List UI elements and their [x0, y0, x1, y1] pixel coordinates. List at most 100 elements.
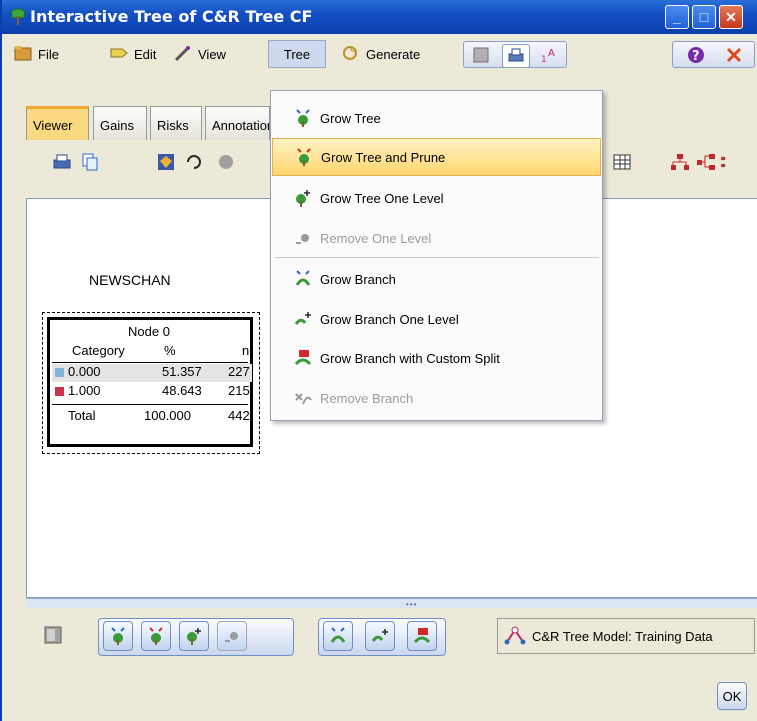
menu-item-label: Grow Branch: [320, 271, 396, 287]
menu-item-grow-branch-one-level[interactable]: Grow Branch One Level: [272, 300, 601, 338]
menu-item-label: Grow Branch One Level: [320, 311, 459, 327]
menu-item-grow-tree[interactable]: Grow Tree: [272, 99, 601, 137]
refresh-icon: [187, 155, 201, 169]
row-percent: 51.357: [162, 364, 202, 379]
row-percent: 48.643: [162, 383, 202, 398]
window-title: Interactive Tree of C&R Tree CF: [30, 7, 313, 26]
custom-split-icon: [413, 628, 431, 644]
header-category: Category: [72, 343, 125, 358]
panel-toggle-button[interactable]: [38, 620, 68, 650]
maximize-button[interactable]: □: [692, 5, 716, 29]
close-window-button[interactable]: [721, 44, 747, 66]
status-button[interactable]: [214, 150, 238, 174]
menu-view[interactable]: View: [174, 43, 226, 65]
header-divider: [52, 362, 248, 363]
menu-separator: [275, 257, 599, 258]
grow-tree-group: [98, 618, 294, 656]
total-label: Total: [68, 408, 96, 423]
close-icon: [726, 47, 742, 63]
toolbar-group-help: ?: [672, 41, 755, 68]
tab-viewer[interactable]: Viewer: [26, 106, 89, 140]
table-icon: [613, 154, 631, 170]
gem-button[interactable]: [154, 150, 178, 174]
print-button[interactable]: [502, 44, 530, 68]
copy-button[interactable]: [78, 150, 102, 174]
split-field-label: NEWSCHAN: [89, 272, 171, 288]
custom-split-button[interactable]: [407, 621, 437, 651]
remove-level-icon: [292, 227, 314, 249]
menu-item-grow-branch-custom-split[interactable]: Grow Branch with Custom Split: [272, 339, 601, 377]
menu-generate[interactable]: Generate: [342, 43, 420, 65]
view-icon: [174, 45, 192, 64]
menu-file-label: File: [38, 46, 59, 62]
window: Interactive Tree of C&R Tree CF _ □ ✕ Fi…: [0, 0, 757, 721]
tree-stats-button[interactable]: 1A: [536, 44, 562, 66]
grow-branch-level-button[interactable]: [365, 621, 395, 651]
tree-node[interactable]: Node 0 Category % n 0.000 51.357 227 1.0…: [42, 312, 260, 454]
menu-item-label: Grow Tree and Prune: [321, 149, 446, 165]
grow-branch-level-icon: [371, 629, 388, 642]
grow-tree-button[interactable]: [103, 621, 133, 651]
grow-prune-icon: [149, 627, 163, 645]
right-left-layout-button[interactable]: [720, 150, 734, 174]
menu-item-grow-branch[interactable]: Grow Branch: [272, 260, 601, 298]
menu-item-grow-tree-one-level[interactable]: Grow Tree One Level: [272, 179, 601, 217]
menu-item-grow-tree-prune[interactable]: Grow Tree and Prune: [272, 138, 601, 176]
left-right-layout-button[interactable]: [694, 150, 718, 174]
remove-level-button[interactable]: [217, 621, 247, 651]
menu-tree[interactable]: Tree: [268, 40, 326, 68]
grow-branch-icon: [292, 268, 314, 290]
grow-branch-icon: [330, 627, 346, 643]
model-label: C&R Tree Model: Training Data: [497, 618, 755, 654]
row-n: 227: [228, 364, 250, 379]
row-category: 0.000: [68, 364, 101, 379]
menu-file[interactable]: File: [14, 43, 59, 65]
printer-icon: [53, 154, 71, 169]
menu-item-label: Remove Branch: [320, 390, 414, 406]
tree-layout-icon: [671, 154, 689, 170]
ok-button[interactable]: OK: [717, 682, 747, 710]
node-header-row: Category % n: [52, 343, 252, 361]
top-down-layout-button[interactable]: [668, 150, 692, 174]
grow-one-level-button[interactable]: [179, 621, 209, 651]
node-row: 1.000 48.643 215: [52, 383, 252, 401]
menu-item-label: Grow Tree: [320, 110, 381, 126]
stats-icon: 1A: [541, 48, 555, 64]
menu-tree-label: Tree: [283, 46, 311, 62]
bottom-toolbar: C&R Tree Model: Training Data: [26, 610, 757, 660]
menu-edit-label: Edit: [134, 46, 157, 62]
header-n: n: [242, 343, 250, 358]
model-label-text: C&R Tree Model: Training Data: [532, 628, 713, 644]
help-icon: ?: [688, 47, 704, 64]
generate-icon: [342, 45, 360, 64]
tree-left-icon: [697, 154, 715, 170]
close-button[interactable]: ✕: [719, 5, 743, 29]
total-divider: [52, 404, 248, 405]
node-title: Node 0: [128, 324, 170, 339]
minimize-button[interactable]: _: [665, 5, 689, 29]
refresh-button[interactable]: [182, 150, 206, 174]
total-n: 442: [228, 408, 250, 423]
print-tree-button[interactable]: [50, 150, 74, 174]
table-view-button[interactable]: [610, 150, 634, 174]
menu-item-remove-one-level[interactable]: Remove One Level: [272, 219, 601, 257]
model-icon: [504, 626, 526, 645]
remove-branch-icon: [292, 387, 314, 409]
menu-item-remove-branch[interactable]: Remove Branch: [272, 379, 601, 417]
grow-branch-button[interactable]: [323, 621, 353, 651]
menu-edit[interactable]: Edit: [110, 43, 156, 65]
tab-annotations[interactable]: Annotations: [205, 106, 270, 140]
grow-prune-button[interactable]: [141, 621, 171, 651]
title-bar[interactable]: Interactive Tree of C&R Tree CF _ □ ✕: [2, 0, 757, 34]
help-button[interactable]: ?: [683, 44, 709, 66]
row-n: 215: [228, 383, 250, 398]
tab-gains[interactable]: Gains: [93, 106, 147, 140]
panel-icon: [44, 626, 62, 644]
grow-branch-group: [318, 618, 446, 656]
export-button[interactable]: [468, 44, 494, 66]
tab-risks[interactable]: Risks: [150, 106, 202, 140]
pane-splitter[interactable]: •••: [26, 598, 757, 609]
svg-text:A: A: [548, 48, 555, 59]
file-icon: [14, 45, 32, 64]
total-percent: 100.000: [144, 408, 191, 423]
